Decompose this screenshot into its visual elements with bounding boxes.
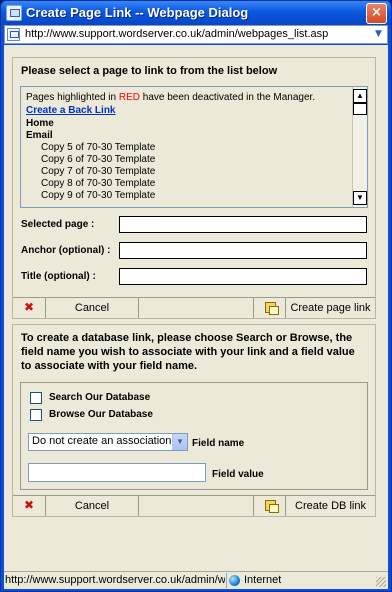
cancel-button[interactable]: Cancel — [46, 496, 139, 516]
list-item[interactable]: Copy 5 of 70-30 Template — [26, 142, 346, 154]
selected-page-label: Selected page : — [21, 219, 95, 230]
close-icon[interactable]: × — [366, 3, 387, 24]
list-item-home[interactable]: Home — [26, 118, 346, 130]
field-name-label: Field name — [192, 438, 245, 449]
page-icon — [7, 28, 20, 41]
chevron-down-icon[interactable]: ▼ — [372, 28, 385, 41]
title-input[interactable] — [119, 268, 367, 285]
db-link-panel: To create a database link, please choose… — [12, 324, 376, 517]
page-list[interactable]: Pages highlighted in RED have been deact… — [20, 86, 368, 208]
selected-page-input[interactable] — [119, 216, 367, 233]
delete-icon[interactable]: ✖ — [13, 496, 46, 516]
page-link-panel: Please select a page to link to from the… — [12, 57, 376, 319]
create-db-link-button[interactable]: Create DB link — [286, 496, 375, 516]
page-list-scrollbar[interactable]: ▲ ▼ — [352, 87, 367, 207]
resize-grip-icon[interactable] — [376, 577, 386, 587]
link-pages-icon[interactable] — [253, 298, 286, 318]
scroll-thumb[interactable] — [353, 103, 367, 115]
note-red: RED — [118, 92, 140, 103]
field-value-label: Field value — [212, 469, 264, 480]
title-label: Title (optional) : — [21, 271, 96, 282]
status-divider — [226, 573, 227, 588]
note-suffix: have been deactivated in the Manager. — [139, 92, 316, 103]
note-prefix: Pages highlighted in — [26, 92, 119, 103]
association-select[interactable]: Do not create an association ▼ — [28, 433, 188, 451]
delete-icon[interactable]: ✖ — [13, 298, 46, 318]
page-link-heading: Please select a page to link to from the… — [21, 65, 278, 77]
dialog-content: Please select a page to link to from the… — [4, 45, 388, 571]
title-bar[interactable]: Create Page Link -- Webpage Dialog × — [1, 1, 391, 25]
status-url: http://www.support.wordserver.co.uk/admi… — [5, 574, 225, 586]
deactivated-note: Pages highlighted in RED have been deact… — [26, 91, 346, 104]
back-link[interactable]: Create a Back Link — [26, 104, 346, 118]
search-database-checkbox[interactable] — [30, 392, 42, 404]
browse-database-label: Browse Our Database — [49, 409, 153, 420]
page-link-button-bar: ✖ Cancel Create page link — [13, 297, 375, 318]
ie-page-icon — [6, 5, 22, 21]
window-title: Create Page Link -- Webpage Dialog — [26, 5, 249, 20]
dialog-window: Create Page Link -- Webpage Dialog × htt… — [0, 0, 392, 592]
page-list-content: Pages highlighted in RED have been deact… — [26, 91, 346, 202]
list-item-email[interactable]: Email — [26, 130, 346, 142]
link-pages-icon[interactable] — [253, 496, 286, 516]
security-zone: Internet — [244, 574, 282, 586]
search-database-label: Search Our Database — [49, 392, 151, 403]
anchor-input[interactable] — [119, 242, 367, 259]
create-page-link-button[interactable]: Create page link — [286, 298, 375, 318]
address-bar[interactable]: http://www.support.wordserver.co.uk/admi… — [4, 25, 388, 44]
field-value-input[interactable] — [28, 463, 206, 482]
db-link-heading: To create a database link, please choose… — [21, 332, 355, 372]
chevron-down-icon[interactable]: ▼ — [172, 434, 187, 450]
db-options-box: Search Our Database Browse Our Database … — [20, 382, 368, 490]
anchor-label: Anchor (optional) : — [21, 245, 111, 256]
address-url: http://www.support.wordserver.co.uk/admi… — [25, 28, 329, 40]
association-selected-value: Do not create an association — [32, 435, 172, 447]
cancel-button[interactable]: Cancel — [46, 298, 139, 318]
db-link-button-bar: ✖ Cancel Create DB link — [13, 495, 375, 516]
scroll-down-icon[interactable]: ▼ — [353, 191, 367, 205]
scroll-up-icon[interactable]: ▲ — [353, 89, 367, 103]
list-item[interactable]: Copy 8 of 70-30 Template — [26, 178, 346, 190]
list-item[interactable]: Copy 6 of 70-30 Template — [26, 154, 346, 166]
list-item[interactable]: Copy 9 of 70-30 Template — [26, 190, 346, 202]
status-bar: http://www.support.wordserver.co.uk/admi… — [4, 571, 388, 589]
browse-database-checkbox[interactable] — [30, 409, 42, 421]
list-item[interactable]: Copy 7 of 70-30 Template — [26, 166, 346, 178]
globe-icon — [229, 575, 240, 586]
